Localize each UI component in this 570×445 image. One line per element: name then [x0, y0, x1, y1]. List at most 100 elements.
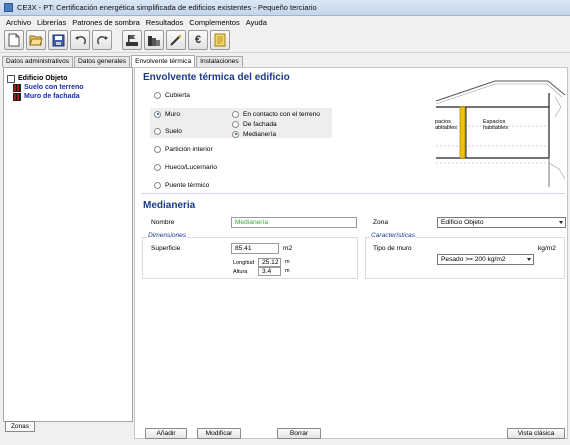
diagram-label-right: Espacios habitables: [483, 119, 508, 131]
app-icon: [4, 3, 13, 12]
radio-en-contacto-terreno[interactable]: En contacto con el terreno: [232, 109, 320, 119]
radio-dot: [154, 110, 161, 118]
radio-suelo[interactable]: Suelo: [154, 126, 182, 136]
radio-medianeria[interactable]: Medianería: [232, 129, 276, 139]
tipo-muro-label: Tipo de muro: [373, 245, 412, 252]
longitud-label: Longitud: [233, 260, 255, 266]
radio-dot: [154, 145, 161, 153]
tree: Edificio Objeto Suelo con terreno Muro d…: [7, 74, 84, 101]
tree-item-label: Suelo con terreno: [24, 84, 84, 91]
zona-select[interactable]: Edificio Objeto: [437, 217, 566, 228]
radio-label: De fachada: [243, 120, 277, 128]
levels-button[interactable]: [144, 30, 164, 50]
radio-dot: [154, 91, 161, 99]
radio-dot: [232, 110, 239, 118]
tipo-muro-unit: kg/m2: [538, 245, 556, 252]
diagram-label-line: habitables: [483, 125, 509, 131]
tree-item-suelo[interactable]: Suelo con terreno: [7, 83, 84, 92]
tree-item-root[interactable]: Edificio Objeto: [7, 74, 84, 83]
radio-label: Medianería: [243, 130, 276, 138]
longitud-unit: m: [285, 259, 290, 265]
tab-datos-generales[interactable]: Datos generales: [74, 56, 131, 67]
radio-label: Cubierta: [165, 91, 190, 99]
tipo-muro-select-value: Pesado >= 200 kg/m2: [441, 256, 506, 263]
building-section-drawing: [435, 80, 566, 187]
wall-icon: [13, 83, 21, 92]
euro-button[interactable]: €: [188, 30, 208, 50]
building-flag-icon: [126, 34, 138, 46]
altura-input[interactable]: 3.4: [258, 267, 281, 276]
new-file-icon: [8, 33, 20, 47]
window-title: CE3X - PT: Certificación energética simp…: [17, 3, 317, 12]
radio-dot: [154, 163, 161, 171]
radio-label: En contacto con el terreno: [243, 110, 320, 118]
tab-bar: Datos administrativos Datos generales En…: [2, 55, 244, 67]
modificar-button[interactable]: Modificar: [197, 428, 241, 439]
magic-wand-icon: [170, 34, 182, 46]
tab-instalaciones[interactable]: Instalaciones: [196, 56, 243, 67]
save-icon: [52, 34, 64, 46]
radio-dot: [232, 130, 239, 138]
building-icon: [7, 74, 15, 83]
detail-title: Medianeria: [143, 200, 196, 211]
envelope-tree-panel: Edificio Objeto Suelo con terreno Muro d…: [3, 67, 133, 422]
wizard-button[interactable]: [166, 30, 186, 50]
radio-label: Partición interior: [165, 145, 213, 153]
nombre-input[interactable]: Medianería: [231, 217, 357, 228]
envelope-title: Envolvente térmica del edificio: [143, 72, 290, 83]
radio-cubierta[interactable]: Cubierta: [154, 90, 190, 100]
borrar-button[interactable]: Borrar: [277, 428, 321, 439]
toolbar: €: [0, 28, 570, 53]
insulation-layer: [459, 106, 466, 159]
menu-patrones-de-sombra[interactable]: Patrones de sombra: [69, 18, 143, 27]
zona-label: Zona: [373, 219, 389, 226]
vista-clasica-button[interactable]: Vista clásica: [507, 428, 565, 439]
tree-item-label: Muro de fachada: [24, 93, 80, 100]
tab-datos-administrativos[interactable]: Datos administrativos: [2, 56, 74, 67]
redo-icon: [96, 35, 108, 45]
menu-ayuda[interactable]: Ayuda: [243, 18, 270, 27]
redo-button[interactable]: [92, 30, 112, 50]
menu-resultados[interactable]: Resultados: [143, 18, 187, 27]
nombre-label: Nombre: [151, 219, 175, 226]
menu-librerias[interactable]: Librerías: [34, 18, 69, 27]
wall-icon: [13, 92, 21, 101]
medianeria-diagram: pacios abitables Espacios habitables: [435, 77, 567, 191]
chevron-down-icon: [559, 221, 563, 224]
superficie-unit: m2: [283, 245, 293, 252]
radio-puente-termico[interactable]: Puente térmico: [154, 180, 209, 190]
section-divider: [141, 193, 565, 194]
superficie-input[interactable]: 85.41: [231, 243, 279, 254]
altura-unit: m: [285, 268, 290, 274]
building-button[interactable]: [122, 30, 142, 50]
tipo-muro-select[interactable]: Pesado >= 200 kg/m2: [437, 254, 534, 265]
tab-envolvente-termica[interactable]: Envolvente térmica: [131, 55, 196, 67]
radio-muro[interactable]: Muro: [154, 109, 180, 119]
radio-label: Puente térmico: [165, 181, 210, 189]
undo-icon: [74, 35, 86, 45]
radio-label: Muro: [165, 110, 181, 118]
radio-dot: [154, 181, 161, 189]
radio-de-fachada[interactable]: De fachada: [232, 119, 277, 129]
zonas-button[interactable]: Zonas: [5, 421, 35, 432]
tree-item-muro[interactable]: Muro de fachada: [7, 92, 84, 101]
superficie-label: Superficie: [151, 245, 181, 252]
radio-dot: [154, 127, 161, 135]
altura-label: Altura: [233, 269, 248, 275]
open-folder-icon: [29, 35, 43, 46]
undo-button[interactable]: [70, 30, 90, 50]
radio-label: Suelo: [165, 127, 182, 135]
new-file-button[interactable]: [4, 30, 24, 50]
open-button[interactable]: [26, 30, 46, 50]
anadir-button[interactable]: Añadir: [145, 428, 187, 439]
save-button[interactable]: [48, 30, 68, 50]
title-bar: CE3X - PT: Certificación energética simp…: [0, 0, 570, 16]
chevron-down-icon: [527, 258, 531, 261]
menu-archivo[interactable]: Archivo: [3, 18, 34, 27]
document-icon: [214, 33, 226, 47]
radio-particion-interior[interactable]: Partición interior: [154, 144, 213, 154]
document-button[interactable]: [210, 30, 230, 50]
menu-complementos[interactable]: Complementos: [186, 18, 242, 27]
radio-hueco-lucernario[interactable]: Hueco/Lucernario: [154, 162, 217, 172]
longitud-input[interactable]: 25.12: [258, 258, 281, 267]
